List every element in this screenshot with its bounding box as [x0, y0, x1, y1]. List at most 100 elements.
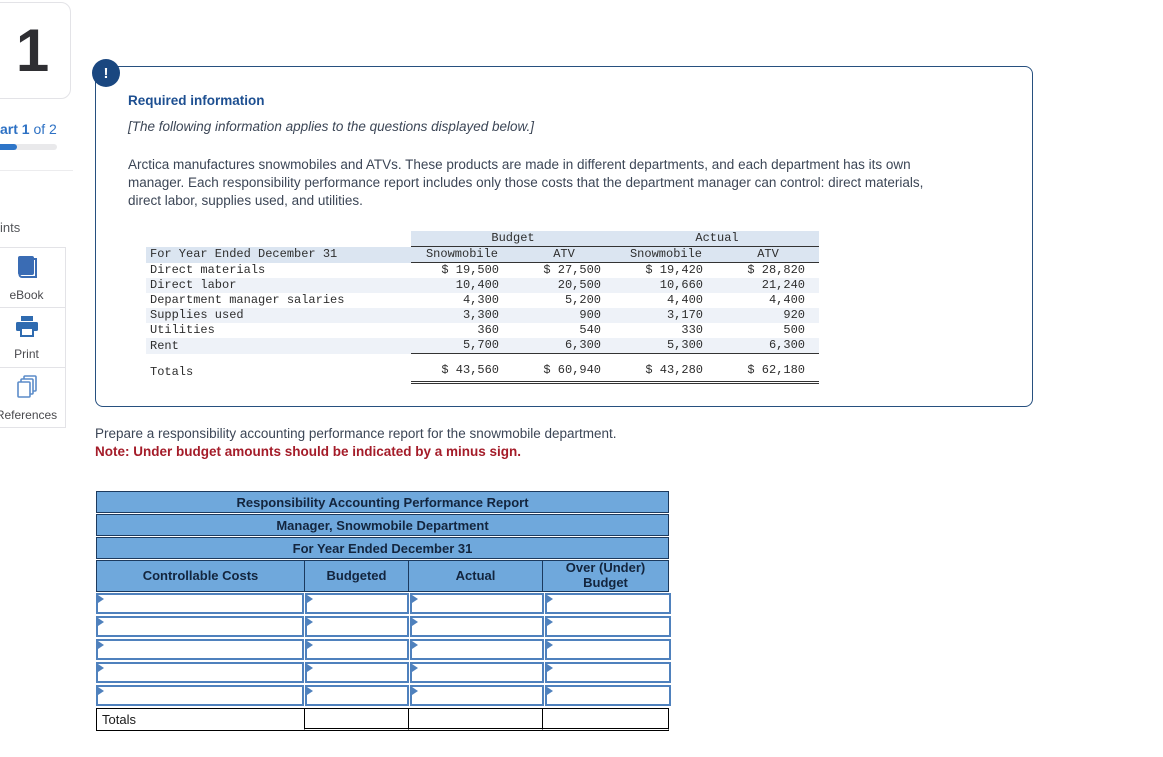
problem-description: Arctica manufactures snowmobiles and ATV… [128, 157, 924, 208]
budgeted-input-cell[interactable] [305, 685, 409, 706]
cell-value: 3,170 [615, 308, 717, 324]
budgeted-input-cell[interactable] [305, 639, 409, 660]
cell-value: 21,240 [717, 278, 819, 294]
cell-flag-icon [412, 595, 418, 603]
total-value: $ 43,560 [411, 353, 513, 385]
cell-value: 10,400 [411, 278, 513, 294]
budgeted-input-cell[interactable] [305, 616, 409, 637]
over-under-input-cell[interactable] [545, 685, 671, 706]
spacer-cell [146, 231, 411, 247]
totals-label: Totals [150, 364, 194, 379]
cell-value: 4,400 [768, 293, 805, 308]
actual-input-cell[interactable] [410, 662, 544, 683]
budgeted-header: Budgeted [304, 560, 409, 592]
actual-header: Actual [408, 560, 543, 592]
question-number-card[interactable]: 1 [0, 2, 71, 99]
over-under-input-cell[interactable] [545, 616, 671, 637]
required-information-panel: Required information [The following info… [95, 66, 1033, 407]
cell-flag-icon [412, 687, 418, 695]
print-button[interactable]: Print [0, 307, 66, 368]
cell-flag-icon [98, 664, 104, 672]
actual-total-cell [408, 708, 543, 731]
cell-value: $ 19,420 [645, 263, 703, 278]
over-under-input-cell[interactable] [545, 662, 671, 683]
answer-totals-row: Totals [96, 708, 671, 731]
table-row: Direct materials $ 19,500 $ 27,500 $ 19,… [146, 263, 819, 279]
budget-group-header: Budget [411, 231, 615, 248]
print-label: Print [14, 346, 39, 361]
part-indicator-current: art 1 [0, 121, 30, 137]
actual-input-cell[interactable] [410, 685, 544, 706]
budgeted-input-cell[interactable] [305, 662, 409, 683]
report-period-row: For Year Ended December 31 [96, 537, 669, 559]
cost-label-input-cell[interactable] [96, 593, 304, 614]
cell-value: 5,200 [564, 293, 601, 308]
references-button[interactable]: References [0, 367, 66, 428]
cost-label-input-cell[interactable] [96, 616, 304, 637]
cell-flag-icon [547, 664, 553, 672]
total-value: $ 43,280 [615, 353, 717, 385]
column-header: Snowmobile [411, 246, 513, 264]
part-indicator-total: of 2 [29, 121, 57, 137]
over-under-input-cell[interactable] [545, 593, 671, 614]
cost-label-input-cell[interactable] [96, 662, 304, 683]
over-under-budget-header: Over (Under) Budget [542, 560, 669, 592]
progress-fill [0, 144, 17, 150]
cell-value: $ 27,500 [543, 263, 601, 278]
ebook-button[interactable]: eBook [0, 247, 66, 308]
cost-label-input-cell[interactable] [96, 685, 304, 706]
rail-divider [0, 170, 73, 171]
instruction-text: Prepare a responsibility accounting perf… [95, 426, 617, 441]
printer-icon [14, 315, 40, 344]
cell-flag-icon [98, 641, 104, 649]
cell-value: 6,300 [513, 338, 615, 355]
column-header: ATV [717, 246, 819, 264]
cell-flag-icon [98, 618, 104, 626]
cell-flag-icon [307, 641, 313, 649]
row-label: Rent [146, 338, 411, 354]
cell-value: 900 [513, 308, 615, 324]
cell-flag-icon [547, 641, 553, 649]
cost-table-group-row: Budget Actual [146, 231, 819, 248]
minus-sign-note: Note: Under budget amounts should be ind… [95, 444, 522, 459]
cell-flag-icon [307, 595, 313, 603]
column-header: ATV [513, 246, 615, 264]
cost-data-table: Budget Actual For Year Ended December 31… [146, 231, 1000, 385]
cell-value: 5,300 [615, 338, 717, 355]
hints-label: ints [0, 220, 21, 235]
answer-input-row [96, 685, 671, 706]
cost-label-input-cell[interactable] [96, 639, 304, 660]
answer-input-row [96, 662, 671, 683]
cell-flag-icon [412, 664, 418, 672]
cell-flag-icon [412, 618, 418, 626]
cell-flag-icon [547, 687, 553, 695]
table-row: Department manager salaries 4,300 5,200 … [146, 293, 819, 308]
cost-table-subheader-row: For Year Ended December 31 Snowmobile AT… [146, 246, 819, 264]
controllable-costs-header: Controllable Costs [96, 560, 305, 592]
actual-group-header: Actual [615, 231, 819, 248]
references-label: References [0, 407, 58, 422]
table-row: Utilities 360 540 330 500 [146, 323, 819, 338]
book-icon [13, 254, 41, 285]
progress-bar [0, 144, 57, 150]
cell-value: 540 [579, 323, 601, 338]
answer-input-row [96, 639, 671, 660]
question-number: 1 [15, 17, 50, 84]
cell-flag-icon [307, 664, 313, 672]
actual-input-cell[interactable] [410, 639, 544, 660]
total-value: $ 60,940 [513, 353, 615, 385]
year-ended-label: For Year Ended December 31 [146, 246, 411, 263]
answer-totals-label: Totals [96, 708, 305, 731]
table-row: Rent 5,700 6,300 5,300 6,300 [146, 338, 819, 355]
cell-value: 920 [717, 308, 819, 324]
cell-flag-icon [547, 618, 553, 626]
cell-value: 360 [477, 323, 499, 338]
references-icon [14, 374, 40, 405]
over-under-input-cell[interactable] [545, 639, 671, 660]
row-label: Utilities [150, 323, 215, 338]
cell-value: 6,300 [717, 338, 819, 355]
actual-input-cell[interactable] [410, 593, 544, 614]
budgeted-input-cell[interactable] [305, 593, 409, 614]
actual-input-cell[interactable] [410, 616, 544, 637]
cell-value: 330 [681, 323, 703, 338]
